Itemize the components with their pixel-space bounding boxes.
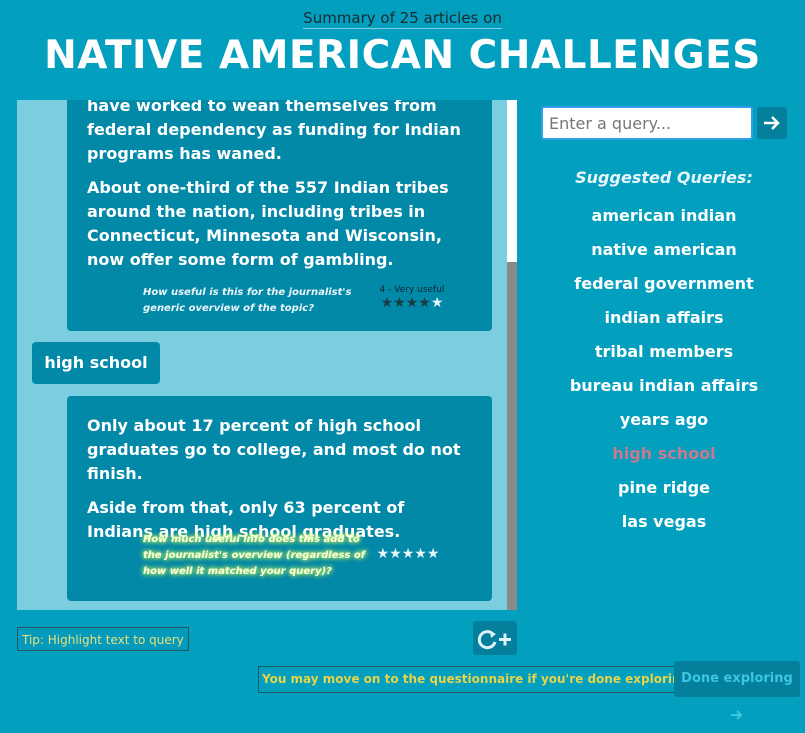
suggested-query[interactable]: american indian — [541, 205, 787, 239]
star-icon[interactable]: ★ — [402, 546, 415, 562]
star-icon[interactable]: ★ — [418, 295, 431, 311]
suggested-queries-title: Suggested Queries: — [575, 168, 753, 187]
stars[interactable]: ★★★★★ — [363, 546, 453, 562]
done-exploring-button[interactable]: Done exploring — [674, 661, 800, 720]
result-text[interactable]: have worked to wean themselves from fede… — [87, 100, 472, 166]
scrollbar-thumb[interactable] — [507, 262, 517, 610]
suggested-query[interactable]: federal government — [541, 273, 787, 307]
star-rating[interactable]: 4 - Very useful ★★★★★ — [367, 285, 457, 311]
arrow-right-icon — [764, 116, 780, 130]
star-icon[interactable]: ★ — [414, 546, 427, 562]
star-icon[interactable]: ★ — [381, 295, 394, 311]
stars[interactable]: ★★★★★ — [367, 295, 457, 311]
suggested-query[interactable]: pine ridge — [541, 477, 787, 511]
done-exploring-label: Done exploring — [681, 671, 793, 686]
star-icon[interactable]: ★ — [393, 295, 406, 311]
questionnaire-notice: You may move on to the questionnaire if … — [258, 666, 698, 693]
suggested-queries-list: american indian native american federal … — [541, 205, 787, 545]
star-rating[interactable]: ★★★★★ — [363, 546, 453, 562]
tip-label: Tip: Highlight text to query — [17, 627, 189, 651]
refresh-button[interactable] — [473, 621, 517, 655]
suggested-query[interactable]: tribal members — [541, 341, 787, 375]
results-panel[interactable]: have worked to wean themselves from fede… — [17, 100, 507, 610]
rating-label: 4 - Very useful — [379, 285, 445, 295]
result-card[interactable]: have worked to wean themselves from fede… — [67, 100, 492, 331]
star-icon[interactable]: ★ — [427, 546, 440, 562]
search-button[interactable] — [757, 107, 787, 139]
scrollbar[interactable] — [507, 100, 517, 610]
suggested-query[interactable]: bureau indian affairs — [541, 375, 787, 409]
star-icon[interactable]: ★ — [406, 295, 419, 311]
suggested-query[interactable]: indian affairs — [541, 307, 787, 341]
star-icon[interactable]: ★ — [431, 295, 444, 311]
page-title: NATIVE AMERICAN CHALLENGES — [44, 33, 761, 78]
suggested-query[interactable]: years ago — [541, 409, 787, 443]
rating-question: How useful is this for the journalist's … — [143, 287, 352, 314]
refresh-plus-icon — [477, 629, 511, 649]
search-input[interactable] — [541, 106, 753, 140]
star-icon[interactable]: ★ — [377, 546, 390, 562]
suggested-query-active[interactable]: high school — [541, 443, 787, 477]
suggested-query[interactable]: las vegas — [541, 511, 787, 545]
result-text[interactable]: Only about 17 percent of high school gra… — [87, 414, 472, 486]
suggested-query[interactable]: native american — [541, 239, 787, 273]
star-icon[interactable]: ★ — [389, 546, 402, 562]
query-bubble: high school — [32, 342, 160, 384]
result-card[interactable]: Only about 17 percent of high school gra… — [67, 396, 492, 601]
rating-question: How much useful info does this add to th… — [143, 534, 366, 577]
page-subtitle: Summary of 25 articles on — [303, 9, 502, 29]
result-text[interactable]: About one-third of the 557 Indian tribes… — [87, 176, 472, 272]
arrow-right-icon — [731, 709, 743, 720]
